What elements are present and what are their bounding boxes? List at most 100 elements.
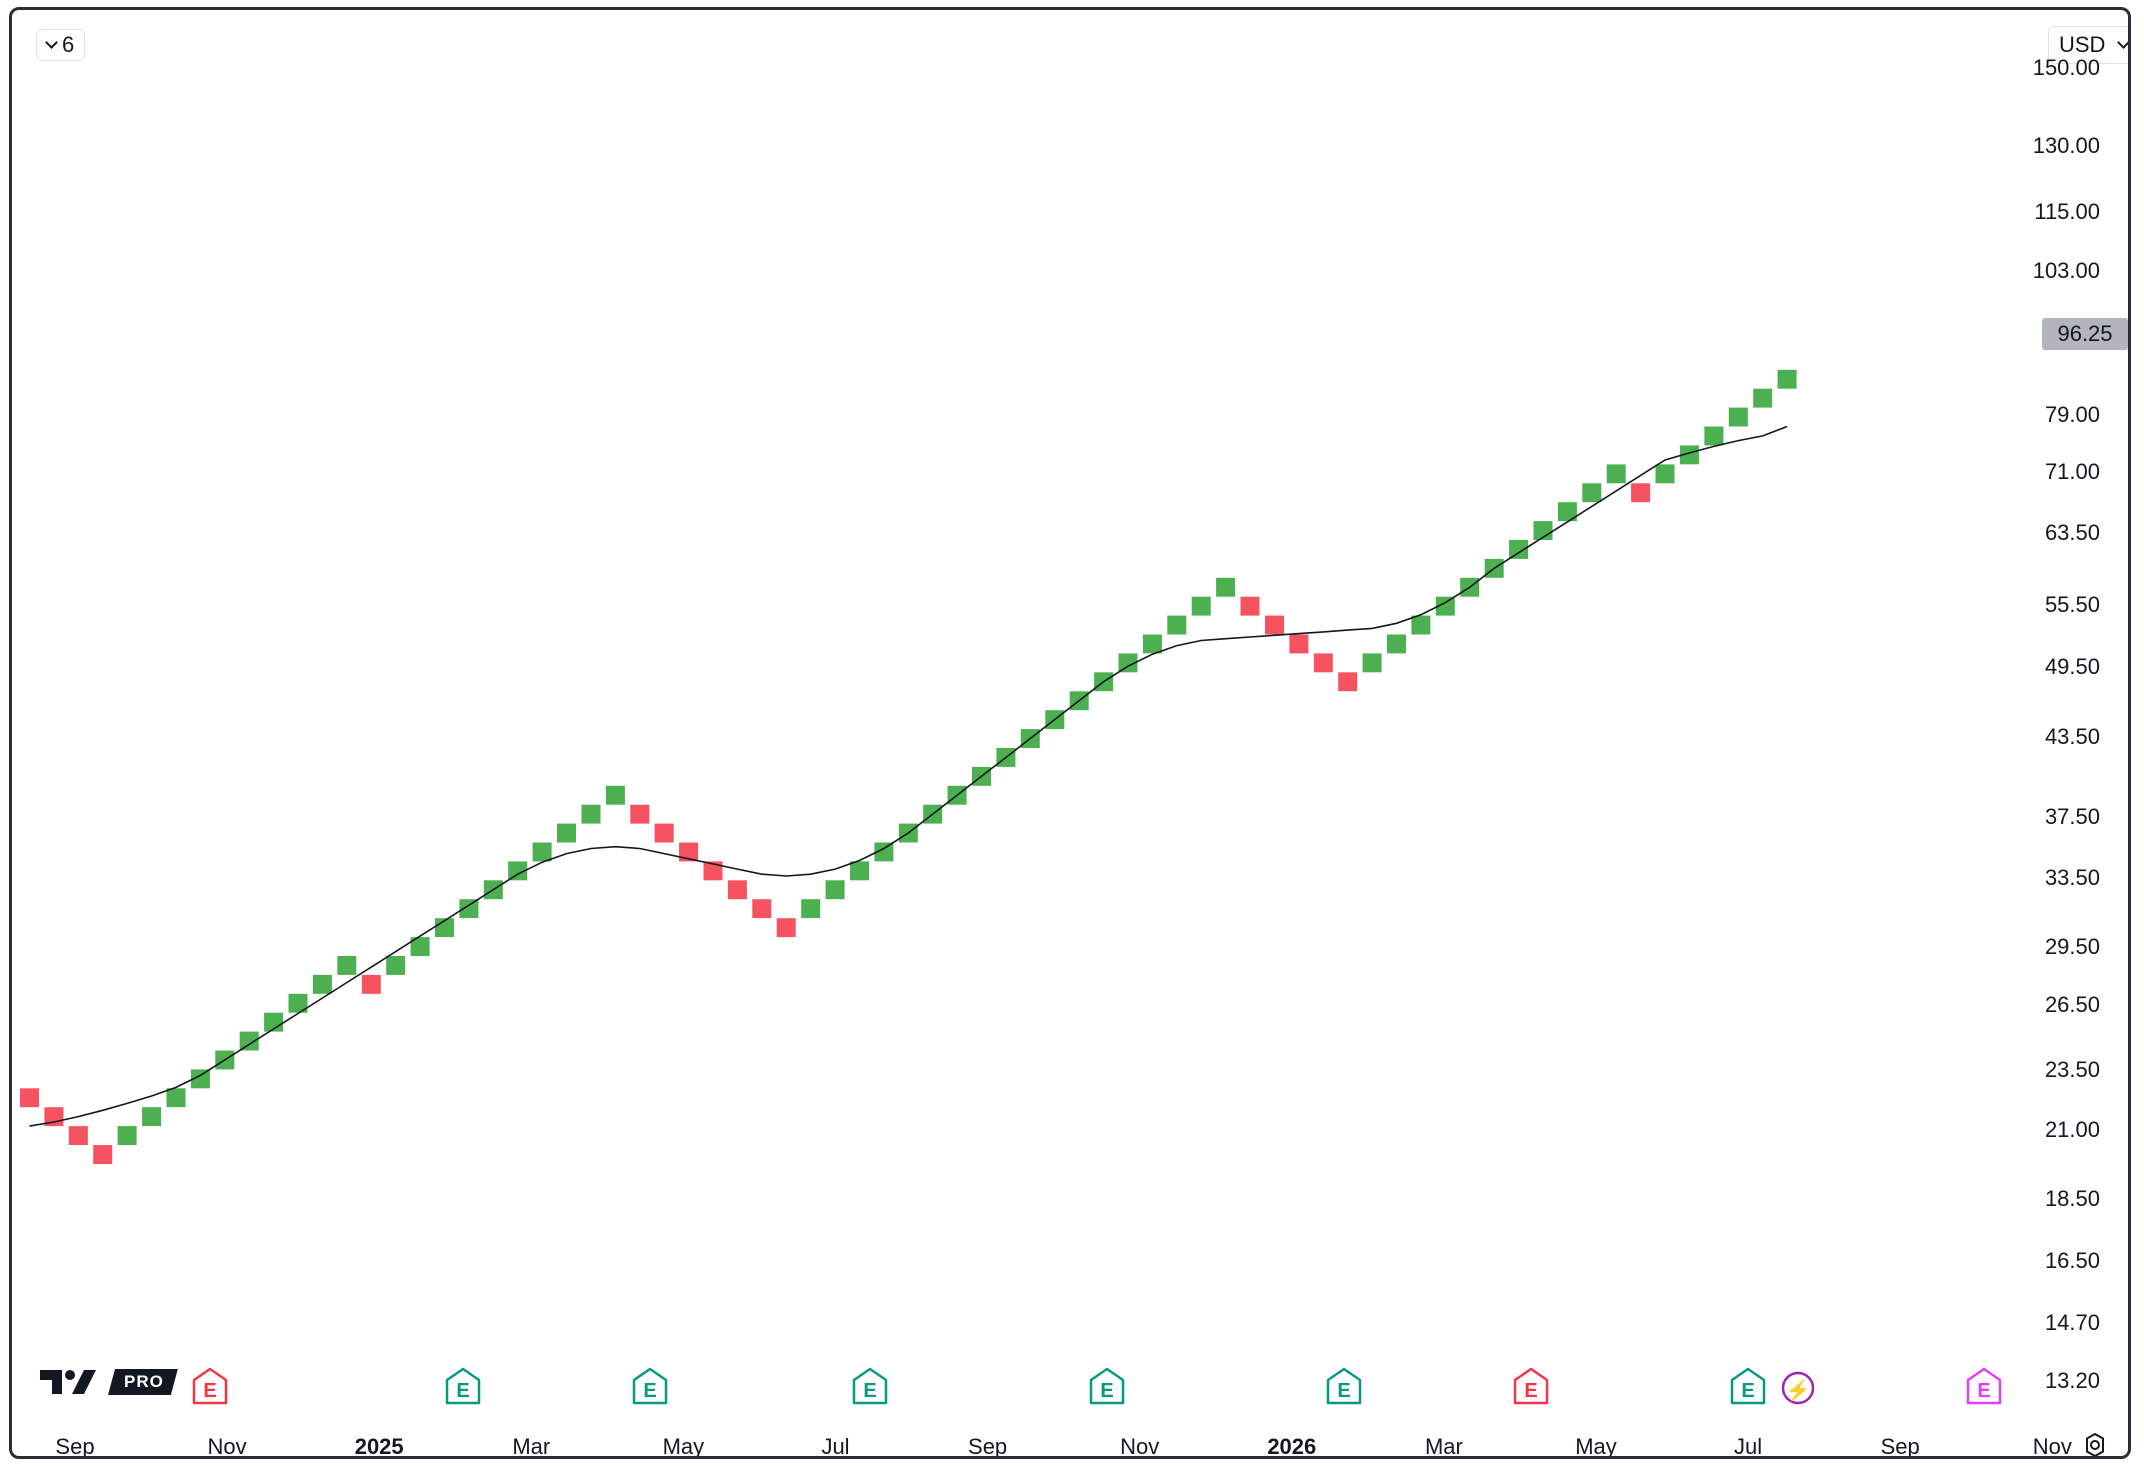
interval-label: 6 xyxy=(62,32,75,57)
event-label: E xyxy=(456,1380,469,1402)
brick-up xyxy=(825,880,845,900)
brick-up xyxy=(1167,615,1187,635)
y-tick-label: 63.50 xyxy=(2044,519,2100,545)
earnings-event-icon[interactable]: E xyxy=(445,1367,481,1405)
brick-up xyxy=(1777,369,1797,389)
brick-down xyxy=(630,804,650,824)
brick-up xyxy=(532,842,552,862)
brick-up xyxy=(386,956,406,975)
event-label: E xyxy=(1337,1380,1350,1402)
x-tick-label: 2026 xyxy=(1267,1434,1317,1459)
y-tick-label: 18.50 xyxy=(2044,1185,2100,1211)
x-tick-label: Nov xyxy=(1120,1434,1160,1459)
brick-up xyxy=(1655,464,1675,484)
y-tick-label: 23.50 xyxy=(2044,1056,2100,1082)
brick-down xyxy=(752,899,772,919)
brick-up xyxy=(337,956,357,975)
x-tick-label: Sep xyxy=(1880,1434,1920,1459)
earnings-event-icon[interactable]: E xyxy=(192,1367,228,1405)
y-tick-label: 55.50 xyxy=(2044,592,2100,618)
brick-down xyxy=(361,974,381,994)
brick-up xyxy=(850,861,869,881)
x-tick-label: Nov xyxy=(207,1434,247,1459)
earnings-event-icon[interactable]: E xyxy=(1326,1367,1362,1405)
x-tick-label: Nov xyxy=(2032,1434,2072,1459)
brick-up xyxy=(557,823,576,843)
moving-average-line xyxy=(29,425,1788,1127)
y-tick-label: 29.50 xyxy=(2044,933,2100,959)
x-tick-label: Mar xyxy=(1424,1434,1463,1459)
chevron-down-icon xyxy=(45,36,58,49)
interval-dropdown[interactable]: 6 xyxy=(36,29,86,61)
brick-up xyxy=(1411,615,1431,635)
brick-up xyxy=(1606,464,1626,484)
brick-up xyxy=(166,1088,186,1108)
earnings-event-icon[interactable]: E xyxy=(852,1367,888,1405)
brick-up xyxy=(1362,653,1382,673)
brick-up xyxy=(1728,407,1748,427)
brick-down xyxy=(776,918,796,938)
x-tick-label: Jul xyxy=(1734,1434,1763,1459)
brick-up xyxy=(1216,577,1236,597)
brick-down xyxy=(20,1088,39,1108)
x-tick-label: Sep xyxy=(55,1434,95,1459)
brick-down xyxy=(1240,596,1260,616)
brick-up xyxy=(1142,634,1162,654)
event-label: E xyxy=(863,1380,876,1402)
y-tick-label: 37.50 xyxy=(2044,804,2100,830)
brick-up xyxy=(117,1126,137,1145)
tradingview-logo[interactable]: PRO xyxy=(40,1368,178,1396)
currency-label: USD xyxy=(2059,32,2106,57)
chart-frame: E E E E E E E E ⚡ E 6 USD 150.00 130.00 115.00 103.0… xyxy=(9,7,2131,1459)
event-label: ⚡ xyxy=(1786,1378,1811,1402)
brick-up xyxy=(1387,634,1406,654)
x-tick-label: Jul xyxy=(821,1434,850,1459)
y-tick-label: 26.50 xyxy=(2044,991,2100,1017)
event-label: E xyxy=(1741,1380,1754,1402)
event-label: E xyxy=(203,1380,216,1402)
x-tick-label: May xyxy=(662,1434,705,1459)
x-tick-label: 2025 xyxy=(354,1434,404,1459)
brick-down xyxy=(93,1145,113,1164)
y-tick-label: 14.70 xyxy=(2044,1310,2100,1336)
y-tick-label: 150.00 xyxy=(2032,55,2100,81)
event-label: E xyxy=(643,1380,656,1402)
brick-up xyxy=(312,974,332,994)
brick-up xyxy=(1191,596,1211,616)
y-tick-label: 49.50 xyxy=(2044,654,2100,680)
brick-down xyxy=(1289,634,1309,654)
tradingview-logo-icon xyxy=(40,1370,96,1394)
y-tick-label: 16.50 xyxy=(2044,1247,2100,1273)
y-tick-label: 130.00 xyxy=(2032,132,2100,158)
y-tick-label: 33.50 xyxy=(2044,865,2100,891)
brick-up xyxy=(142,1107,162,1127)
y-tick-label: 103.00 xyxy=(2032,258,2100,284)
current-price-label: 96.25 xyxy=(2042,318,2128,350)
brick-up xyxy=(605,785,625,805)
earnings-event-icon[interactable]: E xyxy=(1513,1367,1549,1405)
brick-down xyxy=(1631,483,1651,503)
brick-down xyxy=(1265,615,1284,635)
earnings-event-icon[interactable]: E xyxy=(632,1367,668,1405)
brick-down xyxy=(68,1126,88,1145)
event-label: E xyxy=(1100,1380,1113,1402)
y-tick-label: 21.00 xyxy=(2044,1117,2100,1143)
earnings-event-icon[interactable]: E xyxy=(1966,1367,2002,1405)
pro-badge: PRO xyxy=(108,1369,178,1395)
x-tick-label: Sep xyxy=(968,1434,1008,1459)
brick-down xyxy=(1338,672,1358,692)
y-tick-label: 71.00 xyxy=(2044,459,2100,485)
y-tick-label: 115.00 xyxy=(2034,198,2100,224)
x-tick-label: Mar xyxy=(512,1434,551,1459)
settings-gear-icon[interactable] xyxy=(2082,1432,2108,1458)
dividend-event-icon[interactable]: ⚡ xyxy=(1781,1371,1815,1405)
event-label: E xyxy=(1977,1380,1990,1402)
chart-plot[interactable]: E E E E E E E E ⚡ E xyxy=(12,10,2131,1459)
brick-up xyxy=(801,899,821,919)
earnings-event-icon[interactable]: E xyxy=(1730,1367,1766,1405)
chevron-down-icon xyxy=(2117,36,2128,49)
y-tick-label: 43.50 xyxy=(2044,723,2100,749)
y-tick-label: 79.00 xyxy=(2044,401,2100,427)
brick-down xyxy=(1313,653,1333,673)
earnings-event-icon[interactable]: E xyxy=(1089,1367,1125,1405)
